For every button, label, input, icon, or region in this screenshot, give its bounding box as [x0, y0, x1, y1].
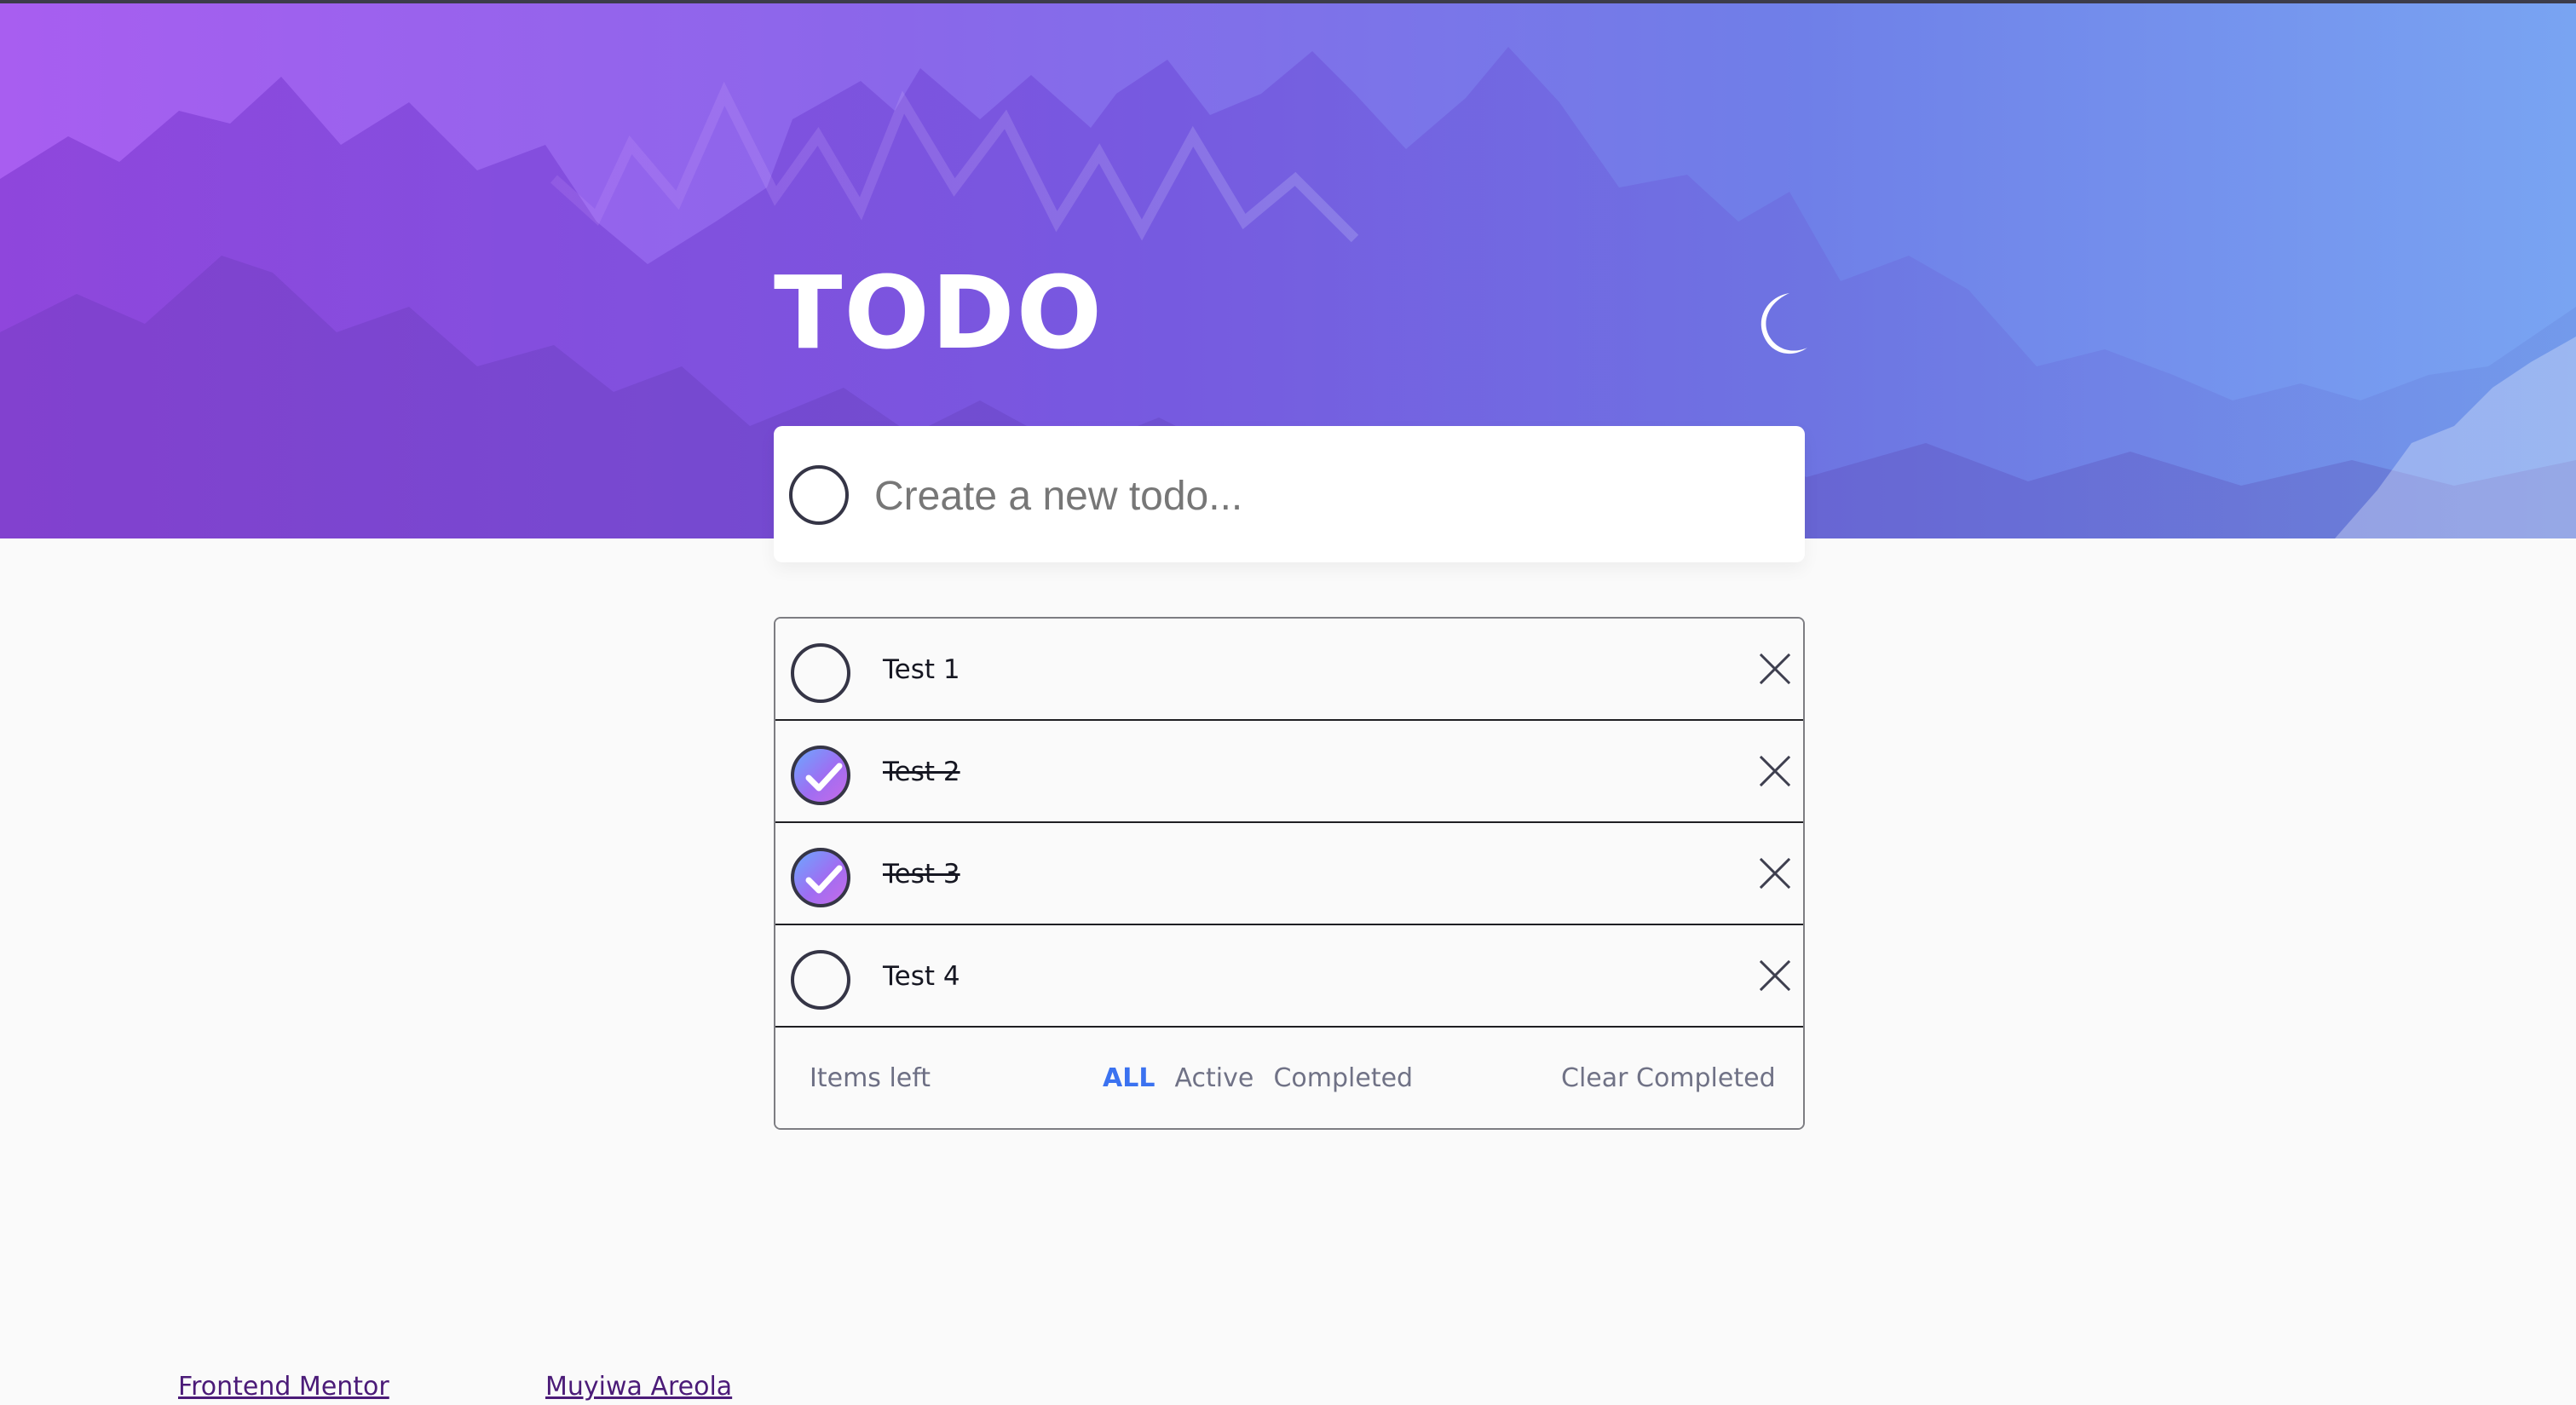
close-icon	[1759, 857, 1791, 890]
todo-check-circle[interactable]	[791, 950, 850, 1010]
completed-check-button[interactable]	[791, 848, 850, 907]
author-link[interactable]: Muyiwa Areola	[545, 1370, 732, 1404]
delete-todo-button[interactable]	[1755, 649, 1795, 688]
new-todo-input[interactable]	[873, 456, 1771, 536]
todo-item: Test 1	[775, 619, 1803, 721]
todo-item: Test 3	[775, 823, 1803, 925]
new-todo-card	[774, 426, 1805, 562]
todo-app-page: TODO Test 1	[0, 0, 2576, 1405]
todo-item-label: Test 4	[883, 961, 960, 992]
filter-tabs: ALL Active Completed	[1103, 1057, 1428, 1101]
todo-item-label: Test 1	[883, 654, 960, 685]
delete-todo-button[interactable]	[1755, 751, 1795, 791]
items-left-label: Items left	[810, 1063, 931, 1093]
filter-active-button[interactable]: Active	[1175, 1057, 1254, 1101]
todo-item-label: Test 2	[883, 757, 960, 787]
moon-icon	[1761, 293, 1807, 354]
close-icon	[1759, 755, 1791, 787]
filter-all-button[interactable]: ALL	[1103, 1057, 1155, 1101]
delete-todo-button[interactable]	[1755, 854, 1795, 893]
todo-item: Test 4	[775, 925, 1803, 1028]
frontend-mentor-link[interactable]: Frontend Mentor	[178, 1370, 389, 1404]
delete-todo-button[interactable]	[1755, 956, 1795, 995]
todo-item: Test 2	[775, 721, 1803, 823]
close-icon	[1759, 653, 1791, 685]
filter-completed-button[interactable]: Completed	[1273, 1057, 1413, 1101]
new-todo-check-circle[interactable]	[789, 465, 849, 525]
clear-completed-button[interactable]: Clear Completed	[1561, 1057, 1776, 1101]
todo-footer-controls: Items left ALL Active Completed Clear Co…	[775, 1028, 1803, 1128]
todo-list-card: Test 1 Test 2 Test 3 Test 4 Items left A…	[774, 617, 1805, 1130]
todo-item-label: Test 3	[883, 859, 960, 890]
page-title: TODO	[774, 254, 1104, 371]
completed-check-button[interactable]	[791, 746, 850, 805]
todo-check-circle[interactable]	[791, 643, 850, 703]
checkmark-icon	[805, 763, 843, 792]
checkmark-icon	[805, 865, 843, 894]
theme-toggle-button[interactable]	[1728, 276, 1813, 361]
close-icon	[1759, 959, 1791, 992]
